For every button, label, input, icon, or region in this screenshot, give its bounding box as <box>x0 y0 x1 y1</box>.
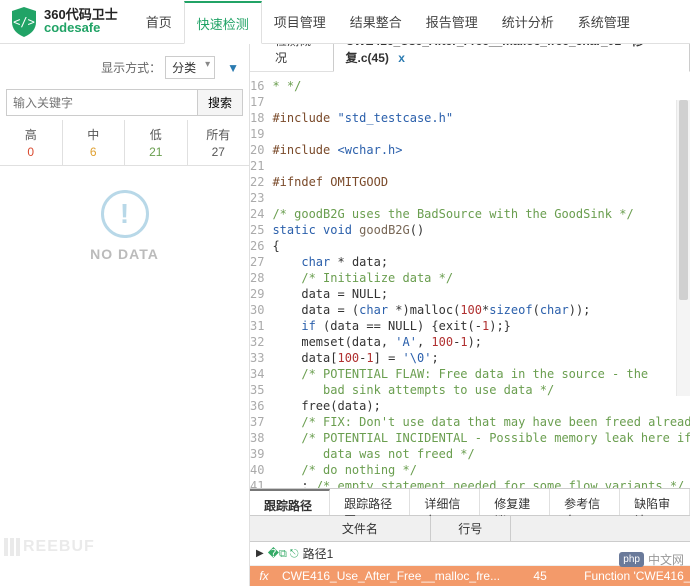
no-data-icon: ! <box>101 190 149 238</box>
shield-icon: </> <box>10 6 38 38</box>
path-group-label: 路径1 <box>303 545 334 562</box>
nav-2[interactable]: 项目管理 <box>262 0 338 43</box>
tab-file-label: CWE416_Use_After_Free__malloc_free_char_… <box>346 44 644 65</box>
fx-icon: fx <box>250 569 278 583</box>
nav-3[interactable]: 结果整合 <box>338 0 414 43</box>
svg-text:</>: </> <box>13 15 35 29</box>
path-item-row[interactable]: fx CWE416_Use_After_Free__malloc_fre... … <box>250 566 690 586</box>
bottom-tab-3[interactable]: 修复建议 <box>480 489 550 515</box>
scrollbar-thumb[interactable] <box>679 100 688 300</box>
vertical-scrollbar[interactable] <box>676 100 690 396</box>
logo-text-cn: 360代码卫士 <box>44 8 118 21</box>
filter-icon[interactable]: ▼ <box>227 61 239 75</box>
bottom-tab-4[interactable]: 参考信息 <box>550 489 620 515</box>
watermark-right: php 中文网 <box>619 551 684 568</box>
path-file: CWE416_Use_After_Free__malloc_fre... <box>278 569 500 583</box>
search-button[interactable]: 搜索 <box>197 89 243 116</box>
severity-sev-low[interactable]: 低21 <box>125 120 188 165</box>
col-line: 行号 <box>431 516 511 541</box>
display-mode-label: 显示方式： <box>101 59 161 76</box>
code-editor[interactable]: 1617181920212223242526272829303132333435… <box>250 72 690 488</box>
no-data-area: ! NO DATA <box>0 166 249 586</box>
bottom-tab-0[interactable]: 跟踪路径表 <box>250 489 330 515</box>
bottom-tab-1[interactable]: 跟踪路径图 <box>330 489 410 515</box>
close-icon[interactable]: x <box>398 51 405 65</box>
display-mode-dropdown[interactable]: 分类 <box>165 56 215 79</box>
search-input[interactable] <box>6 89 198 116</box>
no-data-text: NO DATA <box>90 246 159 262</box>
logo: </> 360代码卫士 codesafe <box>0 6 128 38</box>
severity-sev-med[interactable]: 中6 <box>63 120 126 165</box>
path-desc: Function 'CWE416_Use_After_Free__mall <box>580 569 690 583</box>
tab-overview[interactable]: 检测概况 <box>262 44 333 71</box>
line-gutter: 1617181920212223242526272829303132333435… <box>250 78 272 488</box>
logo-text-en: codesafe <box>44 21 118 35</box>
bottom-tab-5[interactable]: 缺陷审计 <box>620 489 690 515</box>
watermark-left: REEBUF <box>4 538 95 556</box>
nav-1[interactable]: 快速检测 <box>184 1 262 44</box>
main-nav: 首页快速检测项目管理结果整合报告管理统计分析系统管理 <box>134 0 642 43</box>
left-panel: 显示方式： 分类 ▼ 搜索 高0中6低21所有27 ! NO DATA <box>0 44 250 586</box>
nav-4[interactable]: 报告管理 <box>414 0 490 43</box>
nav-0[interactable]: 首页 <box>134 0 184 43</box>
path-line: 45 <box>500 569 580 583</box>
path-table-header: 文件名 行号 <box>250 516 690 542</box>
nav-6[interactable]: 系统管理 <box>566 0 642 43</box>
expand-icon[interactable]: ▶ <box>256 548 264 559</box>
right-panel: 检测概况 CWE416_Use_After_Free__malloc_free_… <box>250 44 690 586</box>
search-row: 搜索 <box>0 85 249 120</box>
bottom-tab-2[interactable]: 详细信息 <box>410 489 480 515</box>
severity-row: 高0中6低21所有27 <box>0 120 249 166</box>
severity-sev-all[interactable]: 所有27 <box>188 120 250 165</box>
path-icons: �⧉ ⎋ <box>268 547 299 561</box>
code-lines: * */ #include "std_testcase.h" #include … <box>272 78 690 488</box>
display-mode-row: 显示方式： 分类 ▼ <box>0 50 249 85</box>
nav-5[interactable]: 统计分析 <box>490 0 566 43</box>
col-filename: 文件名 <box>290 516 431 541</box>
tab-file[interactable]: CWE416_Use_After_Free__malloc_free_char_… <box>333 44 690 72</box>
code-tabs: 检测概况 CWE416_Use_After_Free__malloc_free_… <box>250 44 690 72</box>
app-header: </> 360代码卫士 codesafe 首页快速检测项目管理结果整合报告管理统… <box>0 0 690 44</box>
bottom-tabs: 跟踪路径表跟踪路径图详细信息修复建议参考信息缺陷审计 <box>250 488 690 516</box>
severity-sev-high[interactable]: 高0 <box>0 120 63 165</box>
